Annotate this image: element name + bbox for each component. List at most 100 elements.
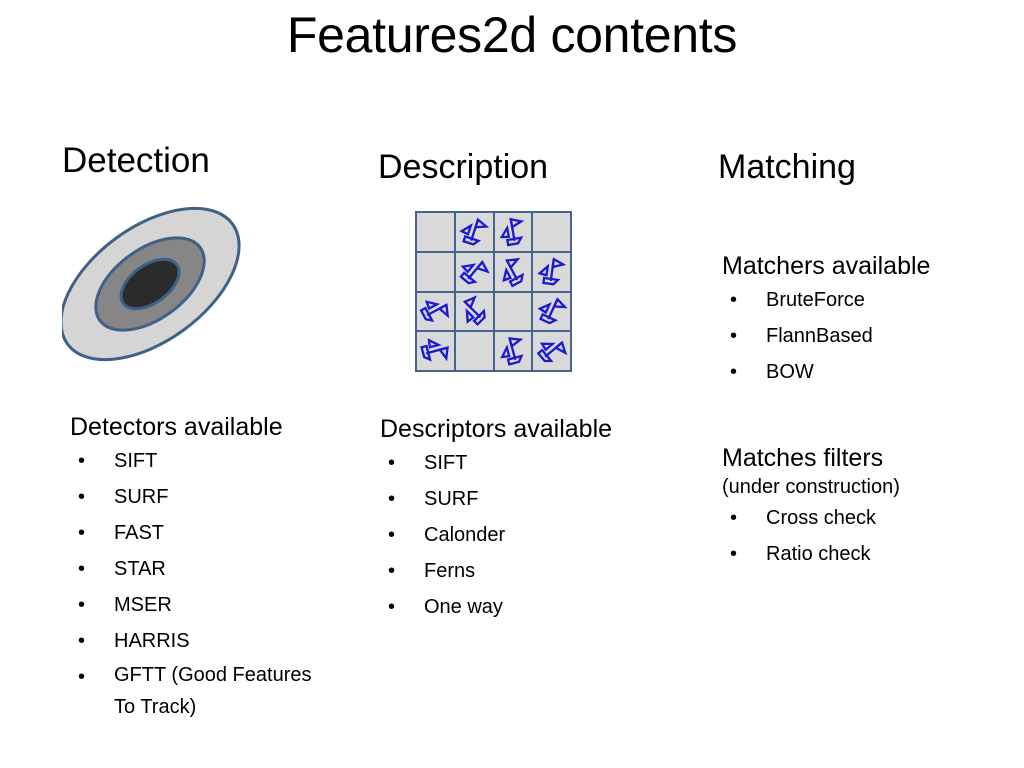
list-item-label: SURF bbox=[114, 486, 169, 508]
list-item-label: FAST bbox=[114, 522, 165, 544]
list-item-label: Calonder bbox=[424, 524, 506, 546]
descriptors-block: Descriptors available • SIFT • SURF • Calon… bbox=[380, 414, 612, 625]
grid-cell bbox=[533, 332, 570, 370]
column-heading-matching: Matching bbox=[718, 148, 856, 186]
bullet-icon: • bbox=[78, 558, 86, 580]
gradient-orientation-icon bbox=[420, 338, 450, 362]
list-item[interactable]: • FAST bbox=[70, 515, 311, 551]
bullet-icon: • bbox=[78, 522, 86, 544]
descriptors-subheading: Descriptors available bbox=[380, 415, 613, 443]
gradient-orientation-icon bbox=[537, 297, 568, 325]
filters-note: (under construction) bbox=[722, 476, 900, 498]
detectors-subheading: Detectors available bbox=[70, 413, 283, 441]
grid-cell bbox=[494, 252, 532, 291]
bullet-icon: • bbox=[388, 452, 396, 474]
gradient-orientation-icon bbox=[459, 217, 490, 246]
page-title: Features2d contents bbox=[286, 7, 738, 63]
nested-ellipse-keypoint-illustration bbox=[59, 198, 312, 383]
list-item[interactable]: • STAR bbox=[70, 551, 311, 587]
gradient-orientation-icon bbox=[536, 340, 567, 363]
bullet-icon: • bbox=[388, 560, 396, 582]
list-item-label: SIFT bbox=[114, 450, 158, 472]
grid-cell bbox=[417, 332, 454, 370]
list-item[interactable]: • SIFT bbox=[380, 445, 612, 481]
bullet-icon: • bbox=[730, 325, 738, 347]
matches-filters-block: Matches filters (under construction) • Cr… bbox=[722, 443, 900, 572]
gradient-orientation-icon bbox=[499, 217, 525, 247]
list-item[interactable]: • BruteForce bbox=[722, 282, 930, 318]
bullet-icon: • bbox=[78, 666, 86, 688]
matchers-subheading: Matchers available bbox=[722, 252, 931, 280]
column-detection: Detection Detectors available • SIFT • SUR… bbox=[59, 140, 362, 718]
gradient-orientation-icon bbox=[500, 337, 524, 366]
list-item[interactable]: • HARRIS bbox=[70, 623, 311, 659]
column-description: Description Descriptors available • SIFT … bbox=[378, 146, 688, 618]
list-item-label: One way bbox=[424, 596, 503, 618]
gradient-orientation-icon bbox=[502, 257, 524, 288]
bullet-icon: • bbox=[78, 630, 86, 652]
bullet-icon: • bbox=[730, 289, 738, 311]
column-matching: Matching Matchers available • BruteForce … bbox=[718, 146, 1018, 565]
matchers-list: • BruteForce • FlannBased • BOW bbox=[722, 282, 930, 390]
grid-cell bbox=[455, 252, 493, 291]
matchers-block: Matchers available • BruteForce • FlannBas… bbox=[722, 251, 930, 390]
filters-subheading: Matches filters bbox=[722, 444, 884, 472]
list-item[interactable]: • FlannBased bbox=[722, 318, 930, 354]
gradient-orientation-icon bbox=[459, 259, 490, 284]
list-item-label: Ratio check bbox=[766, 543, 871, 565]
bullet-icon: • bbox=[388, 488, 396, 510]
list-item-label: Cross check bbox=[766, 507, 877, 529]
bullet-icon: • bbox=[730, 361, 738, 383]
bullet-icon: • bbox=[78, 450, 86, 472]
grid-cell bbox=[417, 213, 454, 251]
descriptors-list: • SIFT • SURF • Calonder • Ferns • One way bbox=[380, 445, 612, 625]
bullet-icon: • bbox=[388, 524, 396, 546]
bullet-icon: • bbox=[78, 486, 86, 508]
list-item[interactable]: • Ratio check bbox=[722, 536, 900, 572]
list-item-label: GFTT (Good Features To Track) bbox=[114, 664, 312, 718]
list-item[interactable]: • Calonder bbox=[380, 517, 612, 553]
grid-cell bbox=[533, 292, 570, 331]
list-item-label: SIFT bbox=[424, 452, 468, 474]
grid-cell bbox=[455, 332, 493, 370]
gradient-orientation-icon bbox=[462, 295, 486, 327]
list-item[interactable]: • BOW bbox=[722, 354, 930, 390]
detectors-list: • SIFT • SURF • FAST • STAR • MSER • HARRIS • G… bbox=[70, 443, 311, 723]
list-item-label: HARRIS bbox=[114, 630, 190, 652]
list-item-label: FlannBased bbox=[766, 325, 873, 347]
list-item-label: STAR bbox=[114, 558, 166, 580]
grid-cell bbox=[417, 252, 454, 291]
grid-cell bbox=[417, 292, 454, 331]
filters-list: • Cross check • Ratio check bbox=[722, 500, 900, 572]
list-item-label: Ferns bbox=[424, 560, 476, 582]
grid-cell bbox=[455, 213, 493, 251]
bullet-icon: • bbox=[388, 596, 396, 618]
detectors-block: Detectors available • SIFT • SURF • FAST • S… bbox=[70, 412, 311, 723]
list-item[interactable]: • SIFT bbox=[70, 443, 311, 479]
bullet-icon: • bbox=[78, 594, 86, 616]
bullet-icon: • bbox=[730, 543, 738, 565]
gradient-orientation-grid bbox=[415, 211, 572, 372]
list-item-label: SURF bbox=[424, 488, 479, 510]
bullet-icon: • bbox=[730, 507, 738, 529]
column-heading-description: Description bbox=[378, 148, 549, 186]
list-item[interactable]: • Cross check bbox=[722, 500, 900, 536]
grid-cell bbox=[494, 213, 532, 251]
grid-cell bbox=[533, 252, 570, 291]
grid-cell bbox=[494, 332, 532, 370]
list-item[interactable]: • Ferns bbox=[380, 553, 612, 589]
list-item[interactable]: • GFTT (Good Features To Track) bbox=[70, 659, 311, 723]
list-item[interactable]: • SURF bbox=[70, 479, 311, 515]
list-item-label: BruteForce bbox=[766, 289, 865, 311]
grid-cell bbox=[533, 213, 570, 251]
list-item-label: BOW bbox=[766, 361, 814, 383]
list-item[interactable]: • MSER bbox=[70, 587, 311, 623]
gradient-orientation-icon bbox=[536, 256, 566, 286]
list-item-label: MSER bbox=[114, 594, 172, 616]
list-item[interactable]: • One way bbox=[380, 589, 612, 625]
gradient-orientation-icon bbox=[419, 300, 450, 323]
column-heading-detection: Detection bbox=[62, 141, 210, 180]
grid-cell bbox=[494, 292, 532, 331]
grid-cell bbox=[455, 292, 493, 331]
list-item[interactable]: • SURF bbox=[380, 481, 612, 517]
